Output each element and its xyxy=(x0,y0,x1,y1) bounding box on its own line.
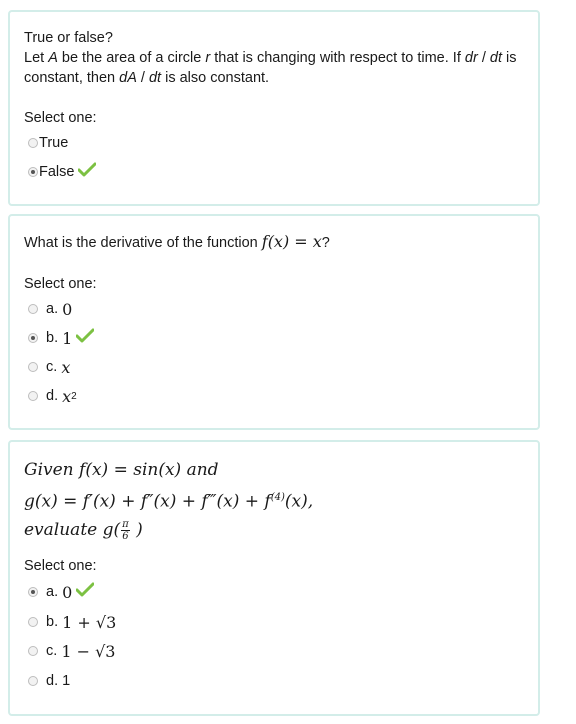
exponent: 2 xyxy=(71,390,77,402)
math-line: evaluate g(π 6 ) xyxy=(24,518,143,542)
checkmark-icon xyxy=(75,582,95,602)
fraction: π6 xyxy=(121,518,130,542)
option-value: x xyxy=(61,357,71,377)
option-c[interactable]: c. x xyxy=(28,356,70,378)
question-card-1: True or false? Let A be the area of a ci… xyxy=(8,10,540,206)
option-b[interactable]: b. 1 + √3 xyxy=(28,611,116,633)
option-letter: d. xyxy=(46,673,59,689)
question-card-3: Given f(x) = sin(x) and g(x) = f′(x) + f… xyxy=(8,440,540,716)
question-line: Let A be the area of a circle r that is … xyxy=(24,50,517,66)
option-value: 1 xyxy=(62,673,71,689)
option-value: x xyxy=(62,386,72,406)
option-c[interactable]: c. 1 − √3 xyxy=(28,640,115,662)
radio-button[interactable] xyxy=(28,676,38,686)
radio-button[interactable] xyxy=(28,646,38,656)
option-letter: a. xyxy=(46,301,59,317)
option-letter: a. xyxy=(46,584,59,600)
option-letter: c. xyxy=(46,643,58,659)
option-value: 1 + √3 xyxy=(62,612,117,632)
option-value: 1 − √3 xyxy=(61,641,116,661)
select-one-label: Select one: xyxy=(24,110,97,126)
option-letter: d. xyxy=(46,388,59,404)
math-expression: f(x) = x xyxy=(261,232,322,251)
option-d[interactable]: d. x2 xyxy=(28,385,77,407)
option-label: False xyxy=(39,164,75,180)
question-text: What is the derivative of the function f… xyxy=(24,232,330,251)
radio-button-selected[interactable] xyxy=(28,587,38,597)
option-a[interactable]: a. 0 xyxy=(28,298,72,320)
question-line: constant, then dA / dt is also constant. xyxy=(24,70,270,86)
question-text: True or false? Let A be the area of a ci… xyxy=(24,28,526,88)
radio-button[interactable] xyxy=(28,138,38,148)
question-title: True or false? xyxy=(24,30,113,46)
option-letter: c. xyxy=(46,359,58,375)
option-a[interactable]: a. 0 xyxy=(28,581,95,603)
question-text: Given f(x) = sin(x) and g(x) = f′(x) + f… xyxy=(24,456,526,544)
radio-button-selected[interactable] xyxy=(28,167,38,177)
option-label: True xyxy=(39,135,69,151)
question-card-2: What is the derivative of the function f… xyxy=(8,214,540,430)
select-one-label: Select one: xyxy=(24,276,97,292)
radio-button[interactable] xyxy=(28,617,38,627)
math-line: g(x) = f′(x) + f″(x) + f‴(x) + f(4)(x), xyxy=(24,491,314,512)
select-one-label: Select one: xyxy=(24,558,97,574)
radio-button[interactable] xyxy=(28,362,38,372)
radio-button[interactable] xyxy=(28,304,38,314)
option-false[interactable]: False xyxy=(28,161,97,183)
option-value: 0 xyxy=(62,299,73,319)
radio-button[interactable] xyxy=(28,391,38,401)
option-value: 1 xyxy=(62,328,73,348)
option-value: 0 xyxy=(62,582,73,602)
checkmark-icon xyxy=(75,328,95,348)
option-letter: b. xyxy=(46,330,59,346)
option-b[interactable]: b. 1 xyxy=(28,327,95,349)
option-letter: b. xyxy=(46,614,59,630)
math-line: Given f(x) = sin(x) and xyxy=(24,460,219,480)
option-true[interactable]: True xyxy=(28,132,68,154)
radio-button-selected[interactable] xyxy=(28,333,38,343)
option-d[interactable]: d. 1 xyxy=(28,670,70,692)
checkmark-icon xyxy=(77,162,97,182)
